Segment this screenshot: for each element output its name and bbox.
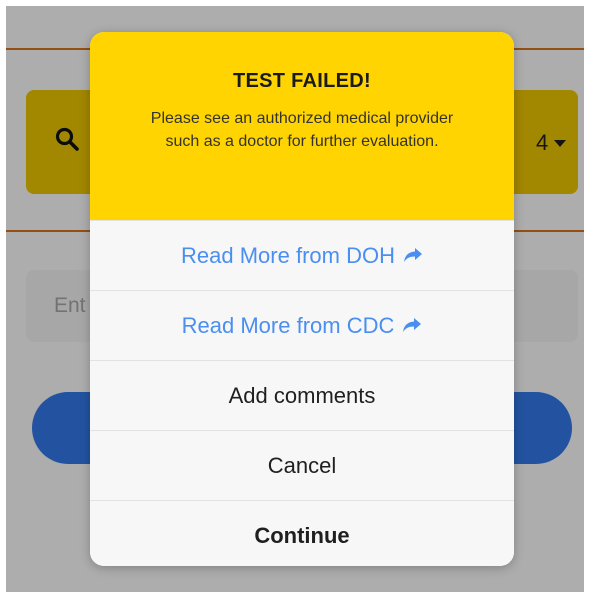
add-comments-label: Add comments [228,382,376,408]
read-more-doh-button[interactable]: Read More from DOH [90,220,514,290]
continue-label: Continue [254,522,350,548]
dialog-message: Please see an authorized medical provide… [150,110,454,150]
app-screen: 4 Ent TEST FAILED! Please see an authori… [6,6,584,592]
cancel-button[interactable]: Cancel [90,430,514,500]
share-icon [402,313,422,339]
add-comments-button[interactable]: Add comments [90,360,514,430]
dialog-title: TEST FAILED! [232,70,372,92]
read-more-cdc-label: Read More from CDC [181,312,395,338]
continue-button[interactable]: Continue [90,500,514,566]
dialog-header: TEST FAILED! Please see an authorized me… [90,32,514,220]
alert-dialog: TEST FAILED! Please see an authorized me… [90,32,514,566]
read-more-cdc-button[interactable]: Read More from CDC [90,290,514,360]
share-icon [403,243,423,269]
read-more-doh-label: Read More from DOH [181,242,395,268]
cancel-label: Cancel [267,452,337,478]
